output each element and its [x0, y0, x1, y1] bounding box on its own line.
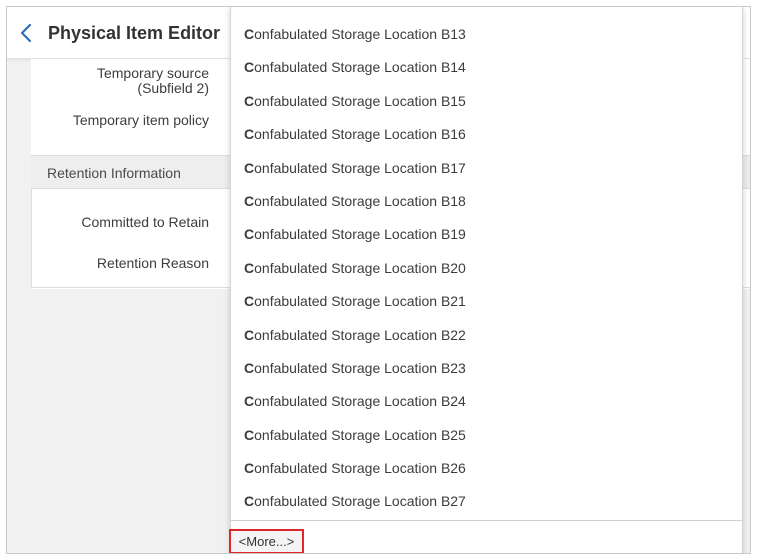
location-option-initial: C — [244, 393, 255, 410]
location-option-label: onfabulated Storage Location B24 — [254, 393, 466, 410]
location-option-label: onfabulated Storage Location B23 — [254, 359, 466, 376]
more-options-button[interactable]: <More...> — [229, 529, 304, 553]
location-option[interactable]: Confabulated Storage Location B21 — [231, 285, 742, 318]
retention-reason-label: Retention Reason — [96, 255, 209, 271]
location-option-label: onfabulated Storage Location B18 — [254, 192, 466, 209]
location-option-initial: C — [244, 326, 255, 343]
location-option-label: onfabulated Storage Location B13 — [254, 26, 466, 42]
location-option[interactable]: Confabulated Storage Location B26 — [231, 452, 742, 485]
location-option[interactable]: Confabulated Storage Location B27 — [231, 485, 742, 518]
location-option-initial: C — [244, 293, 255, 310]
location-option-initial: C — [244, 26, 255, 42]
location-option[interactable]: Confabulated Storage Location B23 — [231, 352, 742, 385]
chevron-left-icon[interactable] — [17, 21, 37, 45]
location-option-initial: C — [244, 226, 255, 243]
location-option-label: onfabulated Storage Location B26 — [254, 460, 466, 477]
location-option-list: Confabulated Storage Location B13 Confabu… — [231, 18, 742, 519]
location-option-label: onfabulated Storage Location B25 — [254, 426, 466, 443]
location-option[interactable]: Confabulated Storage Location B24 — [231, 385, 742, 418]
location-option[interactable]: Confabulated Storage Location B22 — [231, 319, 742, 352]
temporary-source-label-group: Temporary source (Subfield 2) — [31, 65, 209, 105]
location-option[interactable]: Confabulated Storage Location B13 — [231, 18, 742, 51]
page-title: Physical Item Editor — [48, 23, 221, 43]
temporary-item-policy-label: Temporary item policy — [72, 112, 209, 128]
location-option-label: onfabulated Storage Location B27 — [254, 493, 466, 510]
location-option-label: onfabulated Storage Location B21 — [254, 293, 466, 310]
location-option-initial: C — [244, 460, 255, 477]
committed-to-retain-label-group: Committed to Retain — [31, 214, 209, 234]
location-dropdown[interactable]: Confabulated Storage Location B13 Confabu… — [230, 7, 743, 553]
retention-section-title: Retention Information — [47, 165, 181, 181]
location-option-label: onfabulated Storage Location B14 — [254, 59, 466, 76]
location-option-initial: C — [244, 126, 255, 143]
location-option[interactable]: Confabulated Storage Location B14 — [231, 51, 742, 84]
location-option-initial: C — [244, 92, 255, 109]
location-option-label: onfabulated Storage Location B16 — [254, 126, 466, 143]
location-option-initial: C — [244, 159, 255, 176]
location-option[interactable]: Confabulated Storage Location B18 — [231, 185, 742, 218]
location-option[interactable]: Confabulated Storage Location B25 — [231, 419, 742, 452]
location-option-label: onfabulated Storage Location B15 — [254, 92, 466, 109]
committed-to-retain-label: Committed to Retain — [81, 214, 209, 230]
dropdown-footer-divider — [231, 520, 742, 521]
location-option-initial: C — [244, 192, 255, 209]
location-option-initial: C — [244, 426, 255, 443]
retention-reason-label-group: Retention Reason — [31, 255, 209, 275]
location-option-label: onfabulated Storage Location B20 — [254, 259, 466, 276]
location-option-label: onfabulated Storage Location B19 — [254, 226, 466, 243]
location-option[interactable]: Confabulated Storage Location B20 — [231, 252, 742, 285]
temporary-item-policy-label-group: Temporary item policy — [31, 112, 209, 132]
temporary-source-subfield-label: (Subfield 2) — [137, 80, 209, 96]
location-option-label: onfabulated Storage Location B17 — [254, 159, 466, 176]
location-option-initial: C — [244, 259, 255, 276]
location-option-initial: C — [244, 59, 255, 76]
temporary-source-label: Temporary source — [96, 65, 209, 81]
location-option-initial: C — [244, 493, 255, 510]
editor-frame: Physical Item Editor Temporary source (S… — [6, 6, 751, 554]
location-option[interactable]: Confabulated Storage Location B15 — [231, 85, 742, 118]
location-option[interactable]: Confabulated Storage Location B17 — [231, 152, 742, 185]
location-option[interactable]: Confabulated Storage Location B19 — [231, 218, 742, 251]
location-option[interactable]: Confabulated Storage Location B16 — [231, 118, 742, 151]
location-option-initial: C — [244, 359, 255, 376]
location-option-label: onfabulated Storage Location B22 — [254, 326, 466, 343]
